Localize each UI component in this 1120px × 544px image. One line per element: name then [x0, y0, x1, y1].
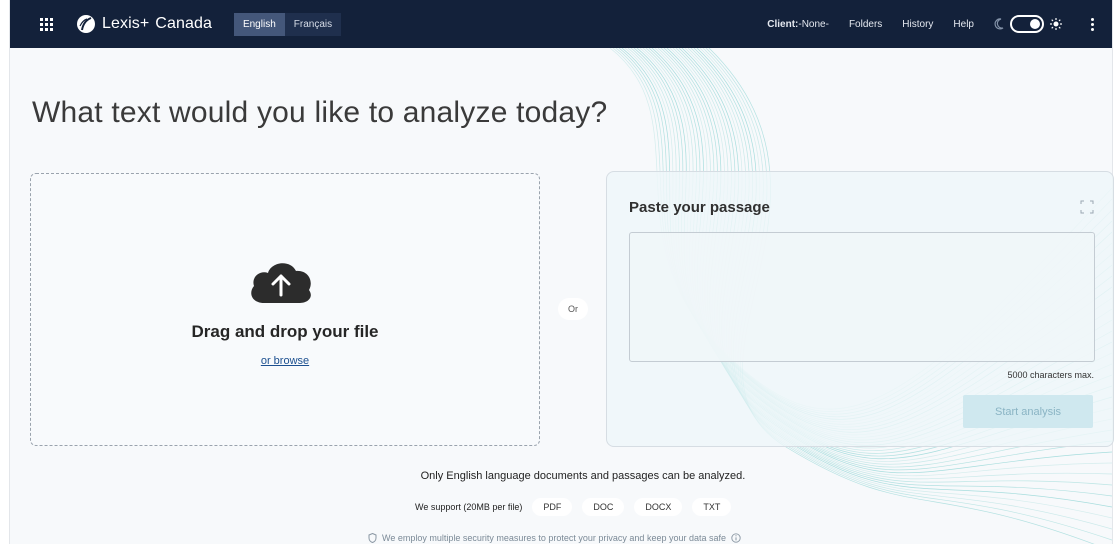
character-limit-note: 5000 characters max. [1007, 370, 1094, 380]
top-navigation-bar: Lexis+ Canada English Français Client:-N… [10, 0, 1112, 48]
file-drop-zone[interactable] [30, 173, 540, 446]
sun-icon [1050, 18, 1062, 30]
or-divider: Or [558, 298, 588, 320]
header-right-nav: Client:-None- Folders History Help [767, 15, 1098, 33]
language-french-button[interactable]: Français [284, 12, 342, 36]
file-type-chip-txt: TXT [692, 498, 732, 516]
nav-help-link[interactable]: Help [953, 19, 974, 30]
security-note-text: We employ multiple security measures to … [382, 533, 726, 543]
more-options-icon[interactable] [1086, 17, 1098, 31]
moon-icon [994, 18, 1004, 30]
grid-icon [39, 17, 53, 31]
toggle-knob [1030, 19, 1040, 29]
lexis-emblem-icon [77, 15, 95, 33]
file-size-note: We support (20MB per file) [415, 502, 523, 512]
theme-toggle-group [994, 15, 1062, 33]
brand-region: Canada [155, 15, 212, 32]
file-type-chip-docx: DOCX [634, 498, 683, 516]
language-switcher: English Français [233, 12, 342, 36]
cloud-upload-icon [251, 263, 311, 303]
shield-icon [368, 533, 377, 543]
nav-history-link[interactable]: History [902, 19, 933, 30]
browse-link-wrap: or browse [30, 355, 540, 367]
lexis-logo[interactable]: Lexis+ Canada [76, 14, 212, 34]
file-type-chip-doc: DOC [582, 498, 625, 516]
page-headline: What text would you like to analyze toda… [32, 96, 608, 129]
passage-textarea[interactable] [629, 232, 1095, 362]
paste-panel-title: Paste your passage [629, 199, 770, 216]
browse-files-link[interactable]: or browse [261, 355, 309, 367]
left-window-frame [0, 0, 10, 544]
drop-zone-title: Drag and drop your file [191, 322, 379, 341]
client-selector[interactable]: Client:-None- [767, 19, 829, 30]
start-analysis-button[interactable]: Start analysis [963, 395, 1093, 428]
file-type-chip-pdf: PDF [532, 498, 573, 516]
expand-icon[interactable] [1080, 200, 1094, 214]
theme-toggle-switch[interactable] [1010, 15, 1044, 33]
brand-name: Lexis+ [102, 15, 150, 32]
client-value: -None- [798, 18, 829, 30]
security-note: We employ multiple security measures to … [368, 533, 741, 543]
info-icon[interactable] [731, 533, 741, 543]
language-support-note: Only English language documents and pass… [420, 470, 746, 482]
file-support-row: We support (20MB per file) PDF DOC DOCX … [415, 498, 732, 516]
app-launcher-button[interactable] [26, 0, 66, 48]
language-english-button[interactable]: English [233, 12, 285, 36]
client-label: Client: [767, 18, 799, 30]
nav-folders-link[interactable]: Folders [849, 19, 882, 30]
